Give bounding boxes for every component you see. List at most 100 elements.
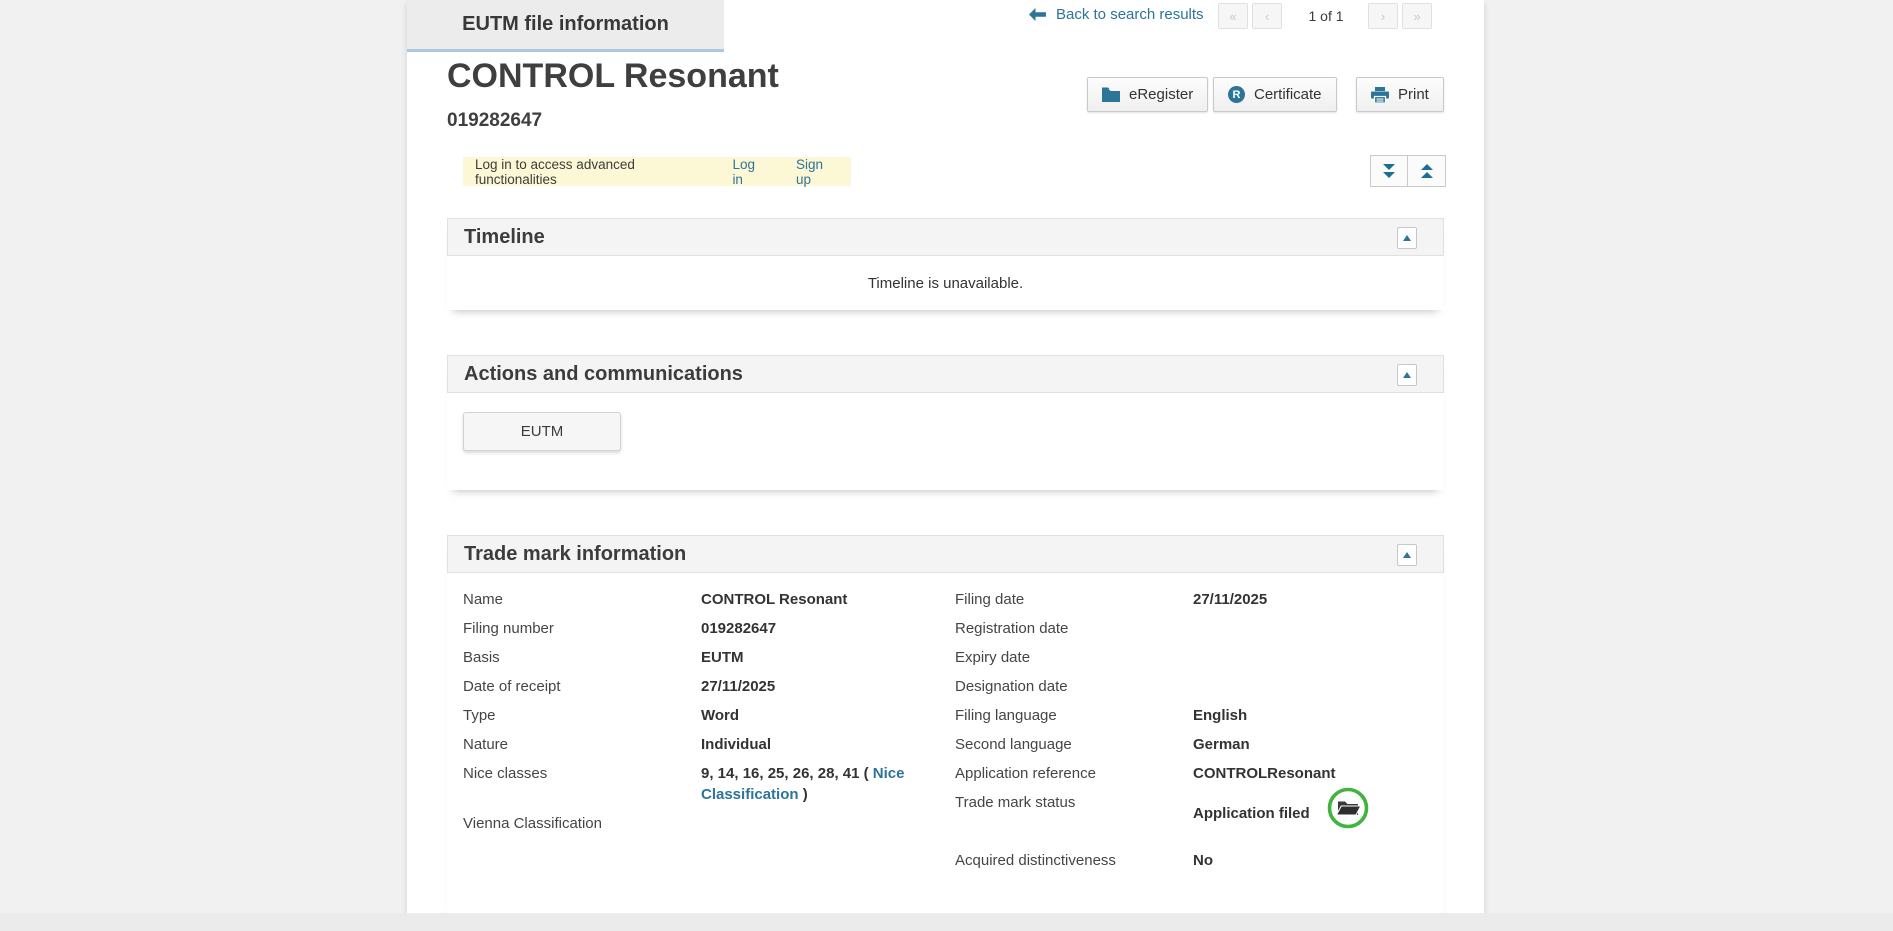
trademark-table-right-column: Filing date 27/11/2025 Registration date [955,589,1433,879]
pagination-label: 1 of 1 [1291,8,1361,24]
actions-collapse-button[interactable] [1397,364,1417,386]
table-row: Type Word [463,705,941,726]
pagination-next-button[interactable]: › [1368,3,1398,29]
field-value: 27/11/2025 [701,676,941,697]
field-value-text: German [1193,736,1250,753]
trademark-section-body: Name CONTROL Resonant Filing number 0192… [447,573,1444,914]
prev-page-icon: ‹ [1265,9,1269,24]
table-row: Nature Individual [463,734,941,755]
actions-section-title: Actions and communications [464,363,743,386]
double-chevron-down-icon [1382,164,1396,179]
page-title: CONTROL Resonant [447,57,779,96]
tab-eutm-file-information[interactable]: EUTM file information [407,0,724,52]
table-row: Filing date 27/11/2025 [955,589,1433,610]
field-label: Expiry date [955,647,1193,668]
field-value: 9, 14, 16, 25, 26, 28, 41 ( Nice Classif… [701,763,941,805]
table-row: Vienna Classification [463,813,941,834]
field-value: No [1193,850,1433,871]
expand-collapse-group [1370,155,1446,187]
field-label: Trade mark status [955,792,1193,836]
field-value: Application filed [1193,792,1433,836]
field-value-text: CONTROLResonant [1193,765,1336,782]
application-filed-status-icon [1326,786,1370,836]
expand-all-button[interactable] [1370,155,1408,187]
eutm-tab-button[interactable]: EUTM [463,412,621,451]
certificate-button[interactable]: R Certificate [1213,77,1337,112]
field-value-text: Word [701,707,739,724]
table-row: Acquired distinctiveness No [955,850,1433,871]
timeline-section-header: Timeline [447,218,1444,256]
field-label: Filing language [955,705,1193,726]
field-label: Filing number [463,618,701,639]
next-page-icon: › [1381,9,1385,24]
collapse-all-button[interactable] [1408,155,1446,187]
field-value-text: 019282647 [701,620,776,637]
field-label: Application reference [955,763,1193,784]
tab-label: EUTM file information [462,13,669,36]
login-banner-message: Log in to access advanced functionalitie… [475,157,705,187]
field-label: Nice classes [463,763,701,805]
field-label: Designation date [955,676,1193,697]
table-row: Expiry date [955,647,1433,668]
field-value-text: Individual [701,736,771,753]
login-banner: Log in to access advanced functionalitie… [463,157,851,186]
trademark-section-title: Trade mark information [464,543,686,566]
folder-icon [1102,87,1120,102]
table-row: Date of receipt 27/11/2025 [463,676,941,697]
field-label: Date of receipt [463,676,701,697]
field-label: Registration date [955,618,1193,639]
timeline-collapse-button[interactable] [1397,227,1417,249]
field-value-text: 27/11/2025 [701,678,775,695]
field-label: Vienna Classification [463,813,701,834]
field-value: German [1193,734,1433,755]
actions-section-header: Actions and communications [447,355,1444,393]
field-value-text: Application filed [1193,805,1310,822]
table-row: Name CONTROL Resonant [463,589,941,610]
double-chevron-up-icon [1420,164,1434,179]
table-row: Filing number 019282647 [463,618,941,639]
trademark-section-header: Trade mark information [447,535,1444,573]
actions-communications-section: Actions and communications EUTM [447,355,1444,490]
trademark-collapse-button[interactable] [1397,544,1417,566]
pagination-last-button[interactable]: » [1402,3,1432,29]
registered-circle-icon: R [1228,86,1245,103]
back-link-label: Back to search results [1056,6,1204,23]
filing-number-heading: 019282647 [447,110,542,132]
field-value-text: EUTM [701,649,744,666]
eregister-button[interactable]: eRegister [1087,77,1208,112]
field-value [701,813,941,834]
field-value: CONTROLResonant [1193,763,1433,784]
table-row: Second language German [955,734,1433,755]
table-row: Filing language English [955,705,1433,726]
field-value-text: English [1193,707,1247,724]
next-section-edge [0,913,1893,931]
print-label: Print [1398,86,1429,103]
back-to-search-results[interactable]: Back to search results [1029,6,1204,23]
table-row: Nice classes 9, 14, 16, 25, 26, 28, 41 (… [463,763,941,805]
field-label: Type [463,705,701,726]
table-row: Registration date [955,618,1433,639]
log-in-link[interactable]: Log in [732,157,767,187]
field-value: Word [701,705,941,726]
field-value: EUTM [701,647,941,668]
pagination-first-button[interactable]: « [1218,3,1248,29]
trademark-table-left-column: Name CONTROL Resonant Filing number 0192… [463,589,941,842]
field-value: Individual [701,734,941,755]
field-value-text: 27/11/2025 [1193,591,1267,608]
last-page-icon: » [1413,9,1420,24]
caret-up-icon [1403,372,1411,378]
timeline-section-title: Timeline [464,226,545,249]
back-arrow-icon [1029,8,1046,21]
caret-up-icon [1403,552,1411,558]
timeline-section: Timeline Timeline is unavailable. [447,218,1444,310]
pagination-prev-button[interactable]: ‹ [1252,3,1282,29]
print-button[interactable]: Print [1356,77,1444,112]
eutm-tab-label: EUTM [521,423,564,440]
field-value: 27/11/2025 [1193,589,1433,610]
field-label: Acquired distinctiveness [955,850,1193,871]
certificate-label: Certificate [1254,86,1322,103]
sign-up-link[interactable]: Sign up [796,157,839,187]
timeline-empty-message: Timeline is unavailable. [447,256,1444,310]
table-row: Trade mark status Application filed [955,792,1433,836]
trademark-information-section: Trade mark information Name CONTROL Reso… [447,535,1444,914]
